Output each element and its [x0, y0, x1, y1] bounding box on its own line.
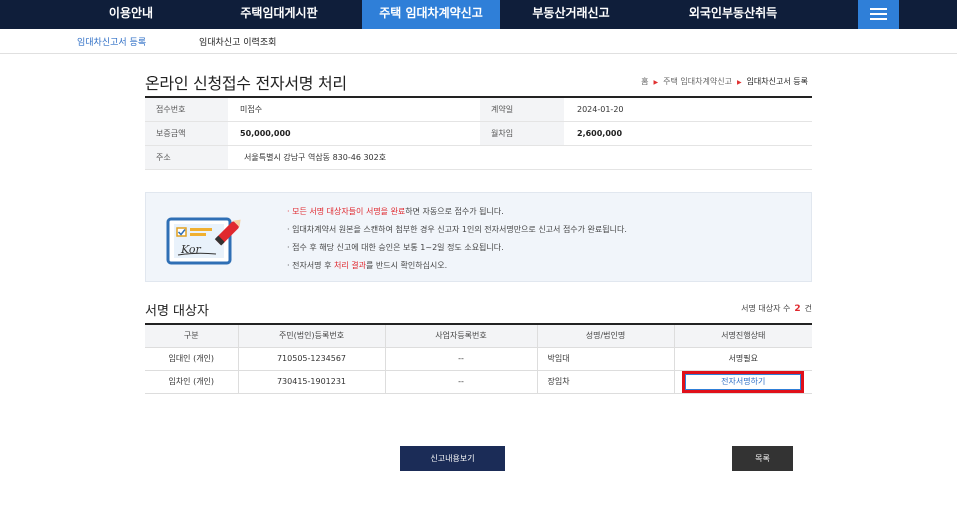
receipt-no-label: 접수번호 — [145, 98, 228, 121]
highlight-frame: 전자서명하기 — [682, 370, 805, 393]
sub-navigation: 임대차신고서 등록 임대차신고 이력조회 — [0, 29, 957, 54]
hamburger-menu-icon[interactable] — [858, 0, 899, 29]
table-row: 임대인 (개인) 710505-1234567 -- 박임대 서명필요 — [145, 347, 812, 371]
notice-box: Kor · 모든 서명 대상자들이 서명을 완료하면 자동으로 접수가 됩니다.… — [145, 192, 812, 282]
page-title: 온라인 신청접수 전자서명 처리 — [145, 74, 347, 93]
cell-business-no: -- — [384, 370, 537, 394]
breadcrumb-arrow-icon: ▶ — [736, 79, 742, 86]
table-row: 임차인 (개인) 730415-1901231 -- 장임차 전자서명하기 — [145, 370, 812, 394]
nav-item-guide[interactable]: 이용안내 — [95, 0, 167, 29]
nav-item-rental-board[interactable]: 주택임대게시판 — [224, 0, 334, 29]
signers-table: 구분 주민(법인)등록번호 사업자등록번호 성명/법인명 서명진행상태 임대인 … — [145, 323, 812, 394]
info-row-amount: 보증금액 50,000,000 월차임 2,600,000 — [145, 122, 812, 146]
cell-status: 서명필요 — [673, 347, 812, 371]
col-header-name: 성명/법인명 — [536, 324, 674, 348]
breadcrumb-lease-report[interactable]: 주택 임대차계약신고 — [663, 77, 732, 86]
e-signature-document-icon: Kor — [166, 217, 241, 265]
signers-count: 서명 대상자 수2건 — [741, 304, 812, 314]
cell-status: 전자서명하기 — [673, 370, 812, 394]
notice-line-4: · 전자서명 후 처리 결과를 반드시 확인하십시오. — [287, 261, 448, 270]
monthly-rent-value: 2,600,000 — [577, 129, 623, 138]
notice-line-2: · 임대차계약서 원본을 스캔하여 첨부한 경우 신고자 1인의 전자서명만으로… — [287, 225, 627, 234]
cell-resident-id: 730415-1901231 — [237, 370, 385, 394]
info-row-address: 주소 서울특별시 강남구 역삼동 830-46 302호 — [145, 146, 812, 170]
notice-line-1: · 모든 서명 대상자들이 서명을 완료하면 자동으로 접수가 됩니다. — [287, 207, 504, 216]
signers-section-title: 서명 대상자 — [145, 304, 209, 319]
cell-business-no: -- — [384, 347, 537, 371]
info-row-receipt: 접수번호 미접수 계약일 2024-01-20 — [145, 98, 812, 122]
address-value: 서울특별시 강남구 역삼동 830-46 302호 — [244, 153, 387, 162]
cell-name: 장임차 — [536, 370, 674, 394]
subnav-history[interactable]: 임대차신고 이력조회 — [199, 35, 276, 48]
list-button[interactable]: 목록 — [732, 446, 793, 471]
contract-date-label: 계약일 — [480, 98, 564, 121]
cell-resident-id: 710505-1234567 — [237, 347, 385, 371]
col-header-business-no: 사업자등록번호 — [384, 324, 537, 348]
monthly-rent-label: 월차임 — [480, 122, 564, 145]
col-header-type: 구분 — [145, 324, 238, 348]
breadcrumb-current: 임대차신고서 등록 — [746, 77, 808, 86]
cell-type: 임차인 (개인) — [145, 370, 238, 394]
deposit-label: 보증금액 — [145, 122, 228, 145]
table-header-row: 구분 주민(법인)등록번호 사업자등록번호 성명/법인명 서명진행상태 — [145, 324, 812, 348]
breadcrumb-home[interactable]: 홈 — [641, 77, 648, 86]
receipt-no-value: 미접수 — [240, 105, 263, 114]
cell-name: 박임대 — [536, 347, 674, 371]
subnav-register[interactable]: 임대차신고서 등록 — [77, 35, 146, 48]
top-navigation: 이용안내 주택임대게시판 주택 임대차계약신고 부동산거래신고 외국인부동산취득 — [0, 0, 957, 29]
nav-item-foreigner-acquisition[interactable]: 외국인부동산취득 — [664, 0, 802, 29]
col-header-status: 서명진행상태 — [673, 324, 812, 348]
address-label: 주소 — [145, 146, 228, 169]
nav-item-real-estate-report[interactable]: 부동산거래신고 — [512, 0, 630, 29]
cell-type: 임대인 (개인) — [145, 347, 238, 371]
col-header-resident-id: 주민(법인)등록번호 — [237, 324, 385, 348]
breadcrumb: 홈 ▶ 주택 임대차계약신고 ▶ 임대차신고서 등록 — [641, 76, 808, 87]
view-report-button[interactable]: 신고내용보기 — [400, 446, 505, 471]
notice-line-3: · 접수 후 해당 신고에 대한 승인은 보통 1~2일 정도 소요됩니다. — [287, 243, 504, 252]
e-sign-button[interactable]: 전자서명하기 — [685, 373, 802, 390]
deposit-value: 50,000,000 — [240, 129, 291, 138]
nav-item-lease-report[interactable]: 주택 임대차계약신고 — [362, 0, 500, 29]
breadcrumb-arrow-icon: ▶ — [653, 79, 659, 86]
contract-date-value: 2024-01-20 — [577, 105, 624, 114]
